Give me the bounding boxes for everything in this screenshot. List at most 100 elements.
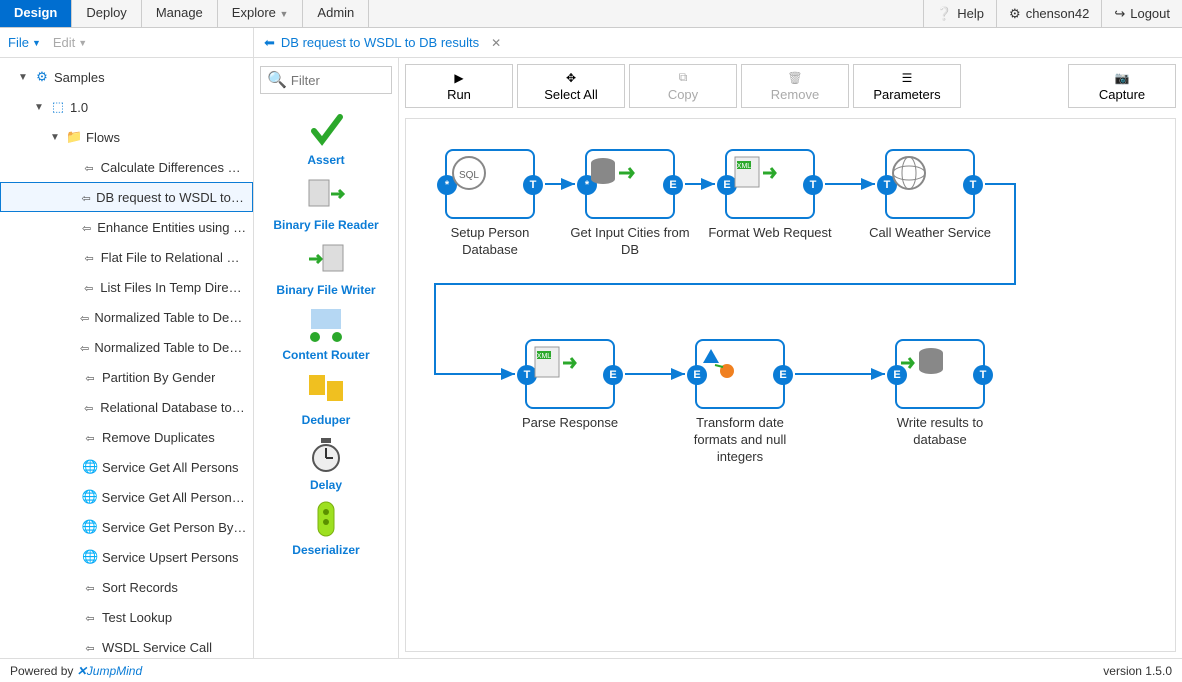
tree-item[interactable]: ⇦Partition By Gender bbox=[0, 362, 253, 392]
component-label: Delay bbox=[310, 478, 342, 492]
tree-item[interactable]: ⇦Test Lookup bbox=[0, 602, 253, 632]
trash-icon: 🗑 bbox=[787, 71, 802, 85]
node-box[interactable]: * E bbox=[585, 149, 675, 219]
project-tree[interactable]: ▼⚙Samples▼⬚1.0▼📁Flows⇦Calculate Differen… bbox=[0, 58, 254, 658]
node-box[interactable]: E E bbox=[695, 339, 785, 409]
tree-item[interactable]: ⇦List Files In Temp Directory bbox=[0, 272, 253, 302]
run-button[interactable]: ▶Run bbox=[405, 64, 513, 108]
component-label: Content Router bbox=[282, 348, 369, 362]
flow-canvas[interactable]: * SQL T Setup Person Database * E Get In… bbox=[405, 118, 1176, 652]
select-all-button[interactable]: ✥Select All bbox=[517, 64, 625, 108]
tree-node-icon: 🌐 bbox=[82, 549, 98, 565]
flow-node[interactable]: * SQL T Setup Person Database bbox=[426, 149, 554, 259]
component-icon bbox=[305, 173, 347, 215]
tab-manage[interactable]: Manage bbox=[142, 0, 218, 27]
tree-item[interactable]: 🌐Service Upsert Persons bbox=[0, 542, 253, 572]
edit-menu[interactable]: Edit ▼ bbox=[53, 32, 87, 53]
tree-label: Partition By Gender bbox=[102, 370, 215, 385]
output-port[interactable]: E bbox=[603, 365, 623, 385]
tree-item[interactable]: ⇦Calculate Differences Only bbox=[0, 152, 253, 182]
editor-tab[interactable]: ⬅ DB request to WSDL to DB results ✕ bbox=[264, 35, 501, 51]
tab-design[interactable]: Design bbox=[0, 0, 72, 27]
tree-item[interactable]: ⇦Relational Database to Flat bbox=[0, 392, 253, 422]
logout-button[interactable]: ↪Logout bbox=[1101, 0, 1182, 27]
tree-toggle-icon: ▼ bbox=[50, 132, 62, 143]
tree-item[interactable]: ⇦DB request to WSDL to DB results bbox=[0, 182, 253, 212]
user-button[interactable]: ⚙chenson42 bbox=[996, 0, 1101, 27]
output-port[interactable]: T bbox=[963, 175, 983, 195]
node-label: Write results to database bbox=[876, 415, 1004, 449]
output-port[interactable]: T bbox=[803, 175, 823, 195]
palette-item[interactable]: Deduper bbox=[260, 368, 392, 427]
flow-node[interactable]: E E Transform date formats and null inte… bbox=[676, 339, 804, 466]
tree-item[interactable]: ⇦WSDL Service Call bbox=[0, 632, 253, 658]
tree-project[interactable]: ▼⚙Samples bbox=[0, 62, 253, 92]
tree-node-icon: 🌐 bbox=[82, 489, 98, 505]
output-port[interactable]: E bbox=[663, 175, 683, 195]
tab-admin[interactable]: Admin bbox=[303, 0, 369, 27]
node-box[interactable]: * SQL T bbox=[445, 149, 535, 219]
flow-node[interactable]: * E Get Input Cities from DB bbox=[566, 149, 694, 259]
palette-item[interactable]: Binary File Reader bbox=[260, 173, 392, 232]
tree-node-icon: ⇦ bbox=[81, 250, 96, 265]
filter-input[interactable] bbox=[291, 73, 385, 88]
play-icon: ▶ bbox=[454, 71, 463, 85]
flow-node[interactable]: E T Write results to database bbox=[876, 339, 1004, 449]
flow-node[interactable]: E XML T Format Web Request bbox=[706, 149, 834, 242]
tree-item[interactable]: ⇦Sort Records bbox=[0, 572, 253, 602]
tree-label: Remove Duplicates bbox=[102, 430, 215, 445]
tab-deploy[interactable]: Deploy bbox=[72, 0, 141, 27]
camera-icon: 📷 bbox=[1115, 71, 1130, 85]
component-palette[interactable]: 🔍 AssertBinary File ReaderBinary File Wr… bbox=[254, 58, 399, 658]
tree-version[interactable]: ▼⬚1.0 bbox=[0, 92, 253, 122]
flow-node[interactable]: T XML E Parse Response bbox=[506, 339, 634, 432]
tree-item[interactable]: ⇦Flat File to Relational Data bbox=[0, 242, 253, 272]
palette-item[interactable]: Delay bbox=[260, 433, 392, 492]
tree-folder-flows[interactable]: ▼📁Flows bbox=[0, 122, 253, 152]
close-tab-button[interactable]: ✕ bbox=[491, 36, 501, 50]
help-button[interactable]: ❔Help bbox=[923, 0, 996, 27]
tree-item[interactable]: ⇦ Remove Duplicates bbox=[0, 422, 253, 452]
share-icon: ⬅ bbox=[264, 35, 275, 51]
tree-item[interactable]: 🌐Service Get All Persons C bbox=[0, 482, 253, 512]
copy-icon: ⧉ bbox=[679, 70, 688, 85]
tree-node-icon: ⇦ bbox=[82, 430, 98, 445]
component-icon bbox=[305, 108, 347, 150]
copy-button[interactable]: ⧉Copy bbox=[629, 64, 737, 108]
tree-node-icon: ⬚ bbox=[50, 99, 66, 115]
palette-item[interactable]: Assert bbox=[260, 108, 392, 167]
palette-item[interactable]: Binary File Writer bbox=[260, 238, 392, 297]
tree-item[interactable]: ⇦Normalized Table to Denormalized 2 bbox=[0, 332, 253, 362]
parameters-button[interactable]: ☰Parameters bbox=[853, 64, 961, 108]
tree-toggle-icon: ▼ bbox=[18, 72, 30, 83]
svg-text:SQL: SQL bbox=[459, 170, 479, 181]
node-box[interactable]: E XML T bbox=[725, 149, 815, 219]
output-port[interactable]: T bbox=[973, 365, 993, 385]
tree-node-icon: ⚙ bbox=[34, 69, 50, 85]
palette-item[interactable]: Deserializer bbox=[260, 498, 392, 557]
tree-item[interactable]: 🌐Service Get All Persons bbox=[0, 452, 253, 482]
palette-item[interactable]: Content Router bbox=[260, 303, 392, 362]
node-box[interactable]: E T bbox=[895, 339, 985, 409]
tree-label: Test Lookup bbox=[102, 610, 172, 625]
tree-item[interactable]: ⇦Normalized Table to Denormalized 1 bbox=[0, 302, 253, 332]
tree-item[interactable]: 🌐Service Get Person By Id bbox=[0, 512, 253, 542]
flow-node[interactable]: T T Call Weather Service bbox=[866, 149, 994, 242]
tree-label: Relational Database to Flat bbox=[100, 400, 247, 415]
file-menu[interactable]: File ▼ bbox=[8, 32, 41, 53]
tree-item[interactable]: ⇦Enhance Entities using Routing bbox=[0, 212, 253, 242]
output-port[interactable]: T bbox=[523, 175, 543, 195]
node-box[interactable]: T T bbox=[885, 149, 975, 219]
remove-button[interactable]: 🗑Remove bbox=[741, 64, 849, 108]
tree-toggle-icon: ▼ bbox=[34, 102, 46, 113]
component-icon bbox=[305, 303, 347, 345]
capture-button[interactable]: 📷Capture bbox=[1068, 64, 1176, 108]
output-port[interactable]: E bbox=[773, 365, 793, 385]
tree-node-icon: ⇦ bbox=[79, 340, 91, 355]
tree-node-icon: 🌐 bbox=[82, 459, 98, 475]
tab-explore[interactable]: Explore ▼ bbox=[218, 0, 304, 27]
node-box[interactable]: T XML E bbox=[525, 339, 615, 409]
powered-by-label: Powered by bbox=[10, 664, 73, 678]
node-label: Call Weather Service bbox=[869, 225, 991, 242]
tree-node-icon: ⇦ bbox=[80, 220, 93, 235]
